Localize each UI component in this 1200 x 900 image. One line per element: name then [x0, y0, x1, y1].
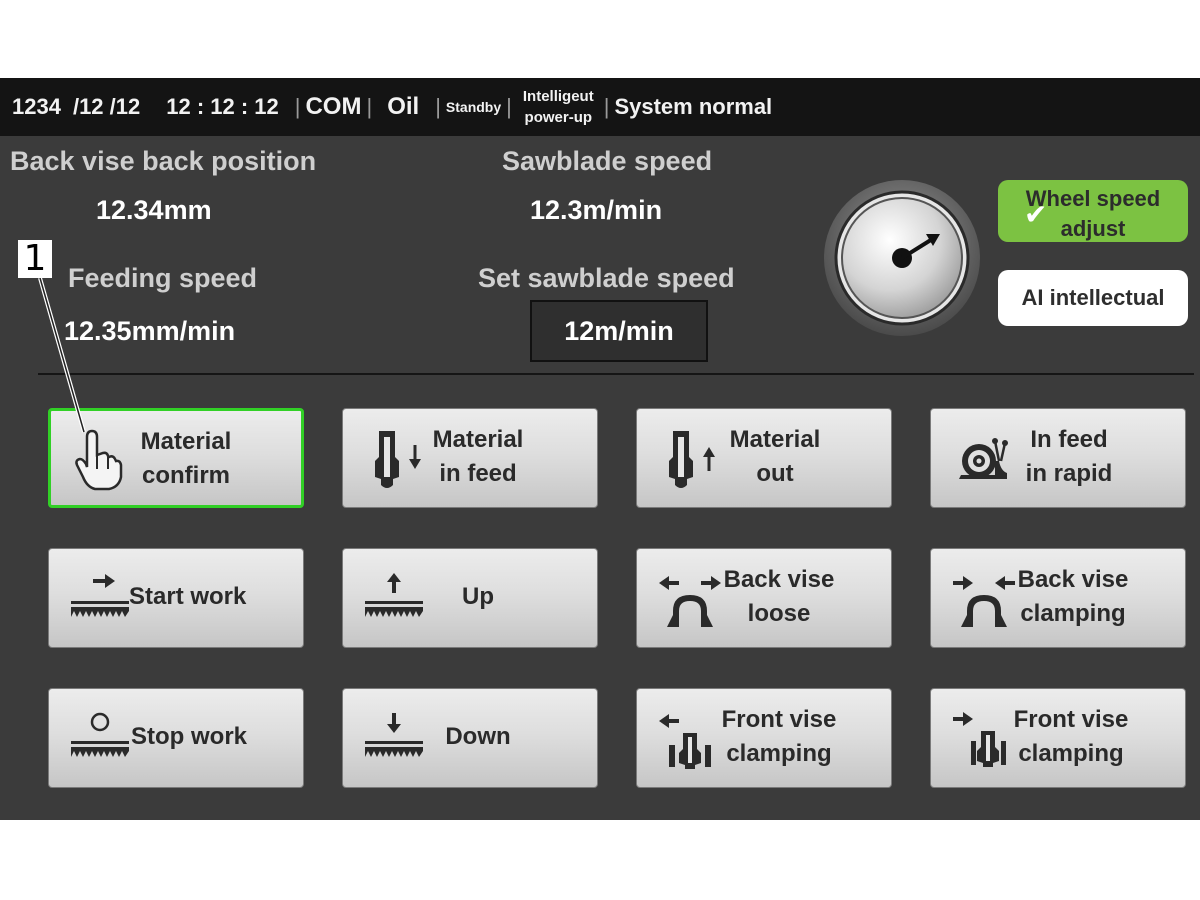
set-sawblade-speed-input[interactable]: 12m/min	[530, 300, 708, 362]
stop-work-icon	[71, 712, 129, 757]
oil-indicator: Oil	[387, 93, 420, 120]
date-month-day: /12 /12	[72, 94, 141, 119]
callout-number: 1	[18, 240, 52, 278]
button-label-line1: Back vise	[723, 566, 835, 593]
date-year: 1234	[12, 94, 61, 119]
hand-pointer-icon	[75, 429, 123, 491]
back-vise-clamping-button[interactable]: Back vise clamping	[930, 548, 1186, 648]
button-label-line2: confirm	[141, 462, 230, 489]
separator: |	[294, 94, 301, 119]
button-label-line2: in rapid	[1025, 460, 1113, 487]
speed-dial-knob[interactable]	[822, 178, 982, 338]
divider	[38, 373, 1194, 375]
separator: |	[603, 94, 610, 119]
front-vise-open-icon	[659, 714, 711, 769]
snail-icon	[959, 438, 1008, 479]
power-up-line1: Intelligeut	[522, 88, 594, 105]
saw-down-icon	[365, 713, 423, 757]
button-label-line2: clamping	[1020, 600, 1126, 627]
button-label-line1: Material	[140, 428, 232, 455]
button-label-line1: Front vise	[721, 706, 837, 733]
back-vise-position-value: 12.34mm	[96, 195, 212, 225]
separator: |	[435, 94, 441, 119]
button-label: Start work	[129, 583, 247, 610]
button-label: Stop work	[131, 723, 248, 750]
status-bar: 1234 /12 /12 12 : 12 : 12 | COM | Oil | …	[0, 78, 1200, 136]
back-vise-position-label: Back vise back position	[10, 146, 317, 176]
ai-intellectual-button[interactable]: AI intellectual	[998, 270, 1188, 326]
power-up-indicator: Intelligeut power-up	[523, 86, 594, 128]
front-vise-clamping-button[interactable]: Front vise clamping	[930, 688, 1186, 788]
feeding-speed-value: 12.35mm/min	[64, 316, 236, 346]
wheel-speed-adjust-button[interactable]: ✔ Wheel speed adjust	[998, 180, 1188, 242]
button-label-line2: out	[756, 460, 794, 487]
button-label-line2: clamping	[726, 740, 832, 767]
power-up-line2: power-up	[524, 109, 593, 126]
checkmark-icon: ✔	[1024, 199, 1048, 230]
saw-up-icon	[365, 573, 423, 617]
button-label-line1: Material	[729, 426, 821, 453]
in-feed-rapid-button[interactable]: In feed in rapid	[930, 408, 1186, 508]
button-label-line2: loose	[747, 600, 811, 627]
material-out-button[interactable]: Material out	[636, 408, 892, 508]
system-status: System normal	[614, 94, 773, 119]
saw-up-button[interactable]: Up	[342, 548, 598, 648]
button-label-line1: In feed	[1030, 426, 1108, 453]
front-vise-open-button[interactable]: Front vise clamping	[636, 688, 892, 788]
button-label: Down	[445, 723, 511, 750]
separator: |	[506, 94, 512, 119]
stop-work-button[interactable]: Stop work	[48, 688, 304, 788]
material-in-feed-button[interactable]: Material in feed	[342, 408, 598, 508]
button-label-line2: in feed	[439, 460, 517, 487]
material-confirm-button[interactable]: Material confirm	[48, 408, 304, 508]
back-vise-clamp-icon	[953, 576, 1015, 627]
hmi-screen: 1234 /12 /12 12 : 12 : 12 | COM | Oil | …	[0, 78, 1200, 820]
feeding-speed-label: Feeding speed	[68, 263, 258, 293]
button-label-line1: Back vise	[1017, 566, 1129, 593]
back-vise-loose-icon	[659, 576, 721, 627]
button-label-line1: Material	[432, 426, 524, 453]
button-label-line1: Front vise	[1013, 706, 1129, 733]
com-indicator: COM	[305, 93, 362, 120]
button-label-line2: clamping	[1018, 740, 1124, 767]
back-vise-loose-button[interactable]: Back vise loose	[636, 548, 892, 648]
start-work-button[interactable]: Start work	[48, 548, 304, 648]
clock-time: 12 : 12 : 12	[166, 94, 279, 119]
saw-down-button[interactable]: Down	[342, 688, 598, 788]
separator: |	[366, 94, 373, 119]
sawblade-speed-label: Sawblade speed	[502, 146, 713, 176]
start-work-icon	[71, 574, 129, 617]
button-label: Up	[462, 583, 494, 610]
set-sawblade-speed-label: Set sawblade speed	[478, 263, 735, 293]
standby-indicator: Standby	[445, 99, 502, 115]
sawblade-speed-value: 12.3m/min	[530, 195, 663, 225]
